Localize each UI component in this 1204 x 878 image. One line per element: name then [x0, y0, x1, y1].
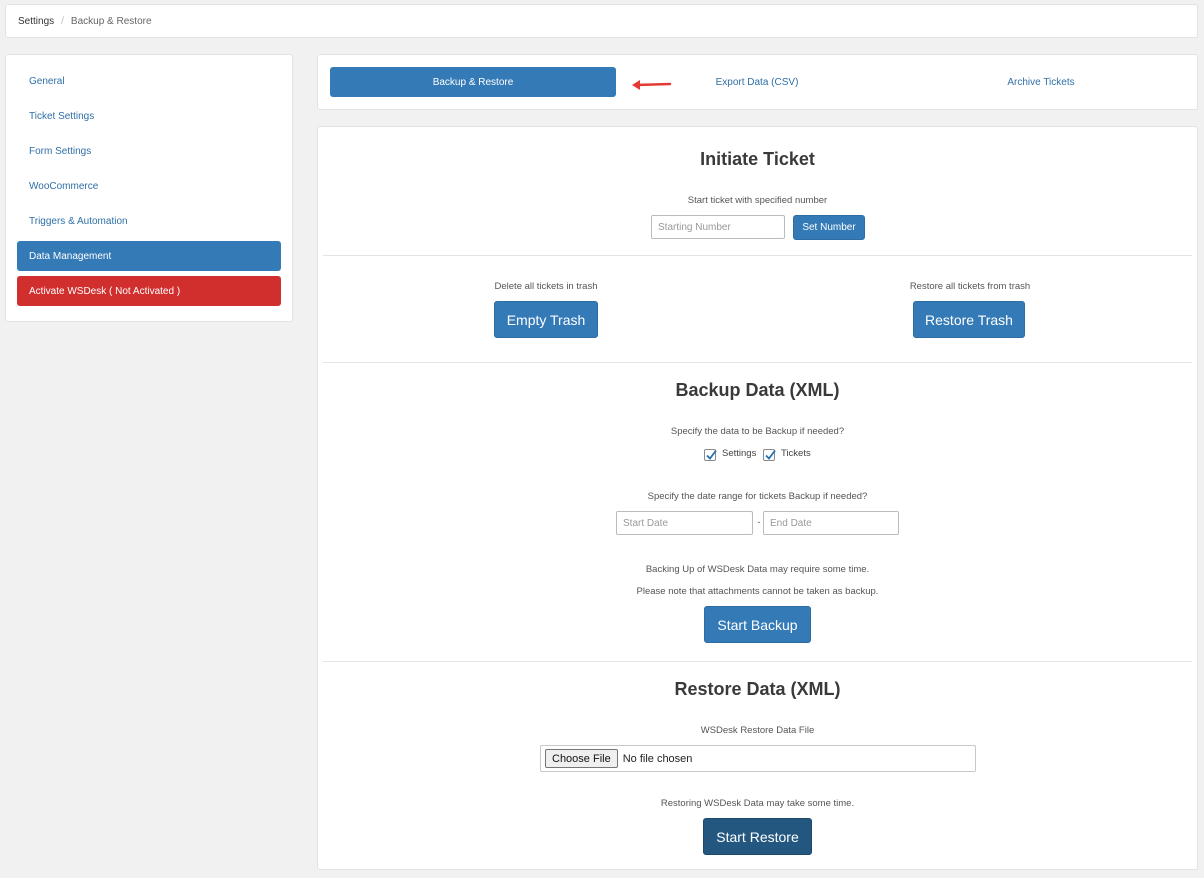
sidebar-item-data-management[interactable]: Data Management — [17, 241, 281, 271]
restore-trash-description: Restore all tickets from trash — [909, 281, 1031, 292]
choose-file-button[interactable]: Choose File — [545, 749, 618, 768]
restore-file-input[interactable]: Choose File No file chosen — [540, 745, 976, 772]
sidebar-item-triggers-automation[interactable]: Triggers & Automation — [17, 206, 281, 236]
end-date-input[interactable] — [763, 511, 899, 535]
tab-backup-restore[interactable]: Backup & Restore — [330, 67, 616, 97]
backup-time-note: Backing Up of WSDesk Data may require so… — [645, 564, 870, 575]
breadcrumb-current: Backup & Restore — [70, 15, 152, 27]
backup-date-range-text: Specify the date range for tickets Backu… — [647, 491, 868, 502]
settings-sidebar: General Ticket Settings Form Settings Wo… — [5, 54, 293, 322]
sidebar-item-activate-wsdesk[interactable]: Activate WSDesk ( Not Activated ) — [17, 276, 281, 306]
sidebar-item-label: Form Settings — [29, 145, 92, 157]
sidebar-item-label: Data Management — [29, 250, 112, 262]
data-management-tabs: Backup & Restore Export Data (CSV) Archi… — [317, 54, 1198, 110]
annotation-arrow-icon — [632, 80, 672, 90]
tickets-checkbox[interactable] — [763, 449, 776, 461]
starting-number-input[interactable] — [651, 215, 785, 239]
tickets-checkbox-label: Tickets — [781, 448, 811, 459]
settings-checkbox-label: Settings — [722, 448, 757, 459]
initiate-ticket-description: Start ticket with specified number — [687, 195, 828, 206]
checkmark-icon — [706, 449, 717, 460]
settings-checkbox[interactable] — [704, 449, 717, 461]
sidebar-item-label: Triggers & Automation — [29, 215, 128, 227]
sidebar-item-label: General — [29, 75, 65, 87]
section-divider — [323, 255, 1192, 256]
sidebar-item-general[interactable]: General — [17, 66, 281, 96]
breadcrumb-settings[interactable]: Settings — [18, 16, 54, 27]
backup-attachments-note: Please note that attachments cannot be t… — [636, 586, 879, 597]
restore-data-title: Restore Data (XML) — [674, 679, 841, 699]
sidebar-item-woocommerce[interactable]: WooCommerce — [17, 171, 281, 201]
start-date-input[interactable] — [616, 511, 753, 535]
restore-time-note: Restoring WSDesk Data may take some time… — [660, 798, 855, 809]
set-number-button[interactable]: Set Number — [793, 215, 865, 240]
backup-specify-text: Specify the data to be Backup if needed? — [670, 426, 845, 437]
sidebar-item-form-settings[interactable]: Form Settings — [17, 136, 281, 166]
initiate-ticket-title: Initiate Ticket — [700, 149, 815, 169]
sidebar-item-ticket-settings[interactable]: Ticket Settings — [17, 101, 281, 131]
breadcrumb: Settings / Backup & Restore — [5, 4, 1198, 38]
start-backup-button[interactable]: Start Backup — [704, 606, 811, 643]
checkmark-icon — [765, 449, 776, 460]
breadcrumb-separator: / — [61, 15, 64, 27]
file-status-text: No file chosen — [622, 752, 693, 765]
tab-archive-tickets[interactable]: Archive Tickets — [898, 67, 1184, 97]
sidebar-item-label: Activate WSDesk ( Not Activated ) — [29, 285, 181, 297]
backup-data-title: Backup Data (XML) — [675, 380, 840, 400]
empty-trash-button[interactable]: Empty Trash — [494, 301, 598, 338]
section-divider — [323, 362, 1192, 363]
sidebar-item-label: WooCommerce — [29, 180, 99, 192]
restore-trash-button[interactable]: Restore Trash — [913, 301, 1025, 338]
start-restore-button[interactable]: Start Restore — [703, 818, 812, 855]
empty-trash-description: Delete all tickets in trash — [494, 281, 598, 292]
section-divider — [323, 661, 1192, 662]
backup-restore-panel: Initiate Ticket Start ticket with specif… — [317, 126, 1198, 870]
restore-file-label: WSDesk Restore Data File — [700, 725, 815, 736]
sidebar-item-label: Ticket Settings — [29, 110, 95, 122]
